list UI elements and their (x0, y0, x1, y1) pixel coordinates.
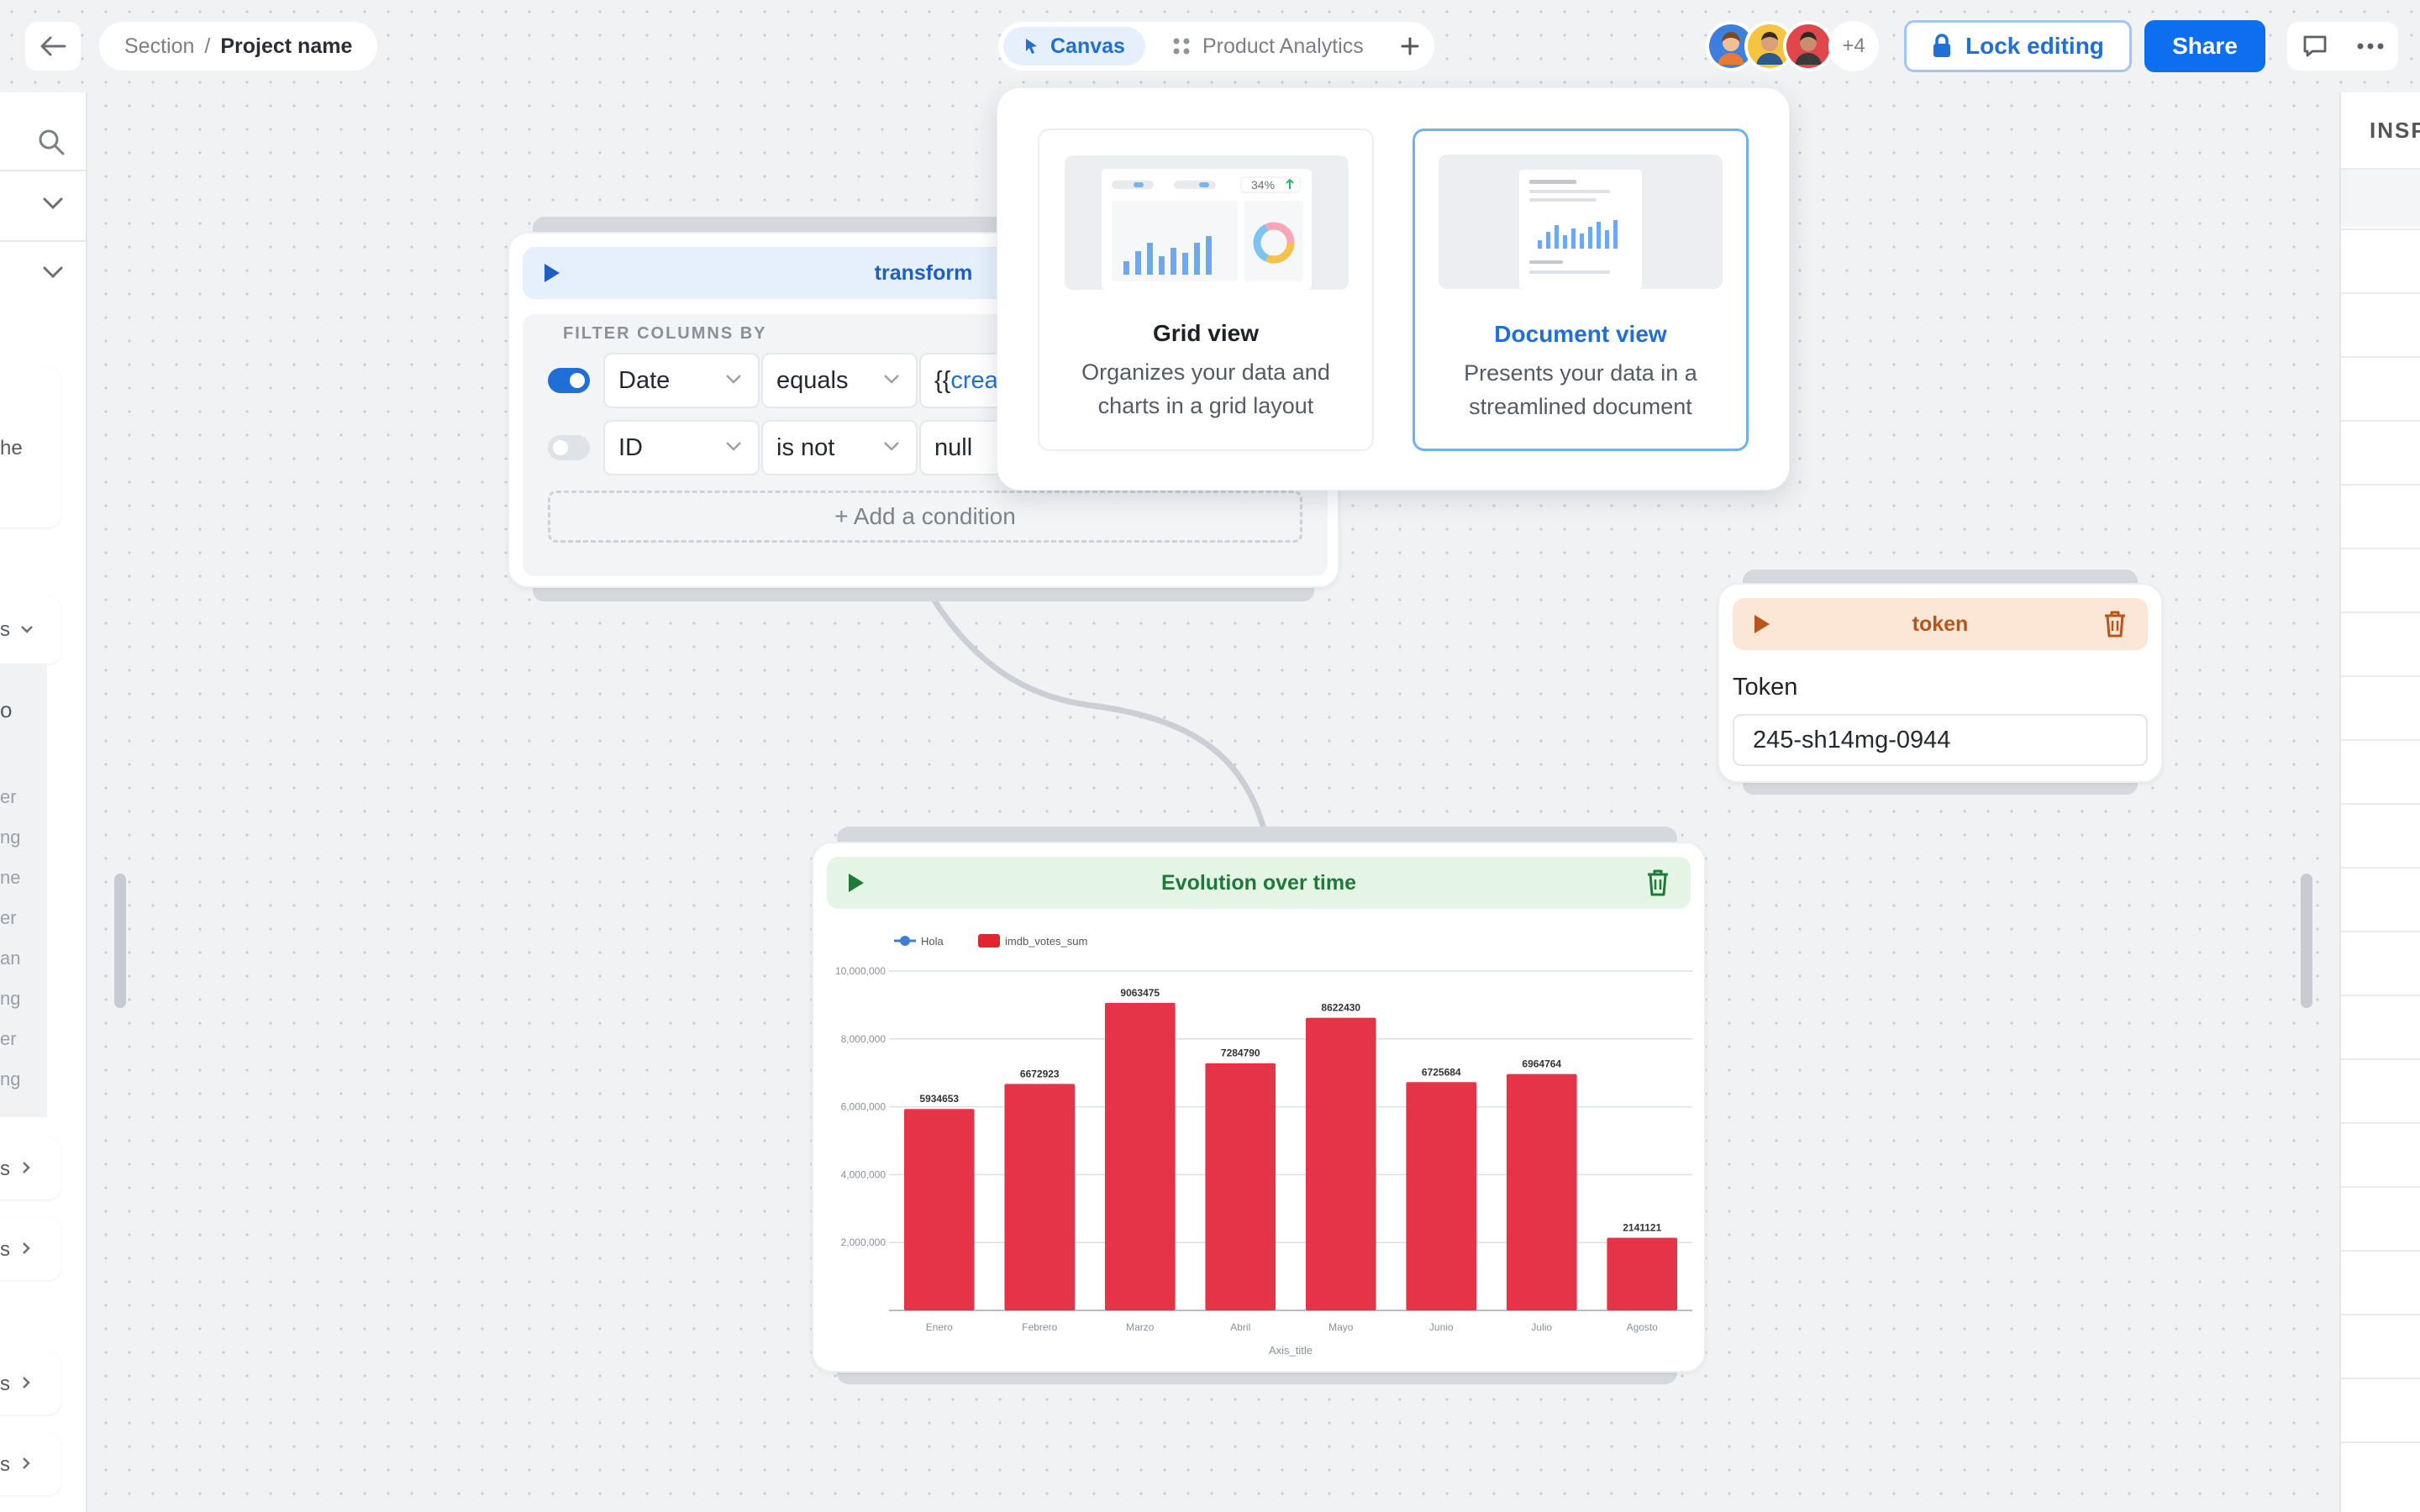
legend-label: Hola (921, 935, 944, 948)
condition-toggle[interactable] (548, 435, 590, 460)
data-label: 5934653 (919, 1093, 959, 1105)
grid-view-option[interactable]: 34% Grid view Organizes your data and ch… (1038, 129, 1374, 451)
play-icon[interactable] (849, 874, 864, 892)
play-icon[interactable] (1754, 615, 1770, 633)
value-prefix: null (934, 433, 973, 461)
trash-icon[interactable] (2102, 610, 2128, 638)
column-select[interactable]: ID (603, 420, 760, 475)
bar (1406, 1082, 1477, 1310)
data-label: 8622430 (1321, 1002, 1360, 1014)
chart-node-title: Evolution over time (1161, 870, 1356, 895)
token-node-header[interactable]: token (1733, 598, 2148, 650)
y-tick-label: 6,000,000 (841, 1101, 886, 1113)
data-label: 6725684 (1422, 1066, 1461, 1078)
token-node-title: token (1912, 612, 1969, 636)
chevron-down-icon (884, 442, 899, 451)
transform-node-title: transform (874, 260, 973, 285)
chart-node-header[interactable]: Evolution over time (827, 857, 1691, 909)
value-prefix: {{ (934, 366, 951, 394)
filter-label: FILTER COLUMNS BY (563, 324, 767, 343)
data-label: 6964764 (1522, 1058, 1561, 1070)
condition-toggle[interactable] (548, 368, 590, 393)
token-node[interactable]: token Token 245-sh14mg-0944 (1718, 583, 2163, 783)
data-label: 7284790 (1221, 1047, 1260, 1059)
x-tick-label: Febrero (1022, 1321, 1057, 1333)
view-mode-popover: 34% Grid view Organizes your data and ch… (997, 87, 1790, 491)
x-tick-label: Junio (1429, 1321, 1454, 1333)
document-view-thumbnail (1439, 155, 1723, 289)
token-input[interactable]: 245-sh14mg-0944 (1733, 714, 2148, 766)
column-select[interactable]: Date (603, 353, 760, 408)
x-tick-label: Enero (926, 1321, 953, 1333)
document-view-description: Presents your data in a streamlined docu… (1464, 360, 1697, 419)
grid-view-title: Grid view (1152, 320, 1260, 346)
legend-label: imdb_votes_sum (1005, 935, 1087, 948)
bar (1004, 1084, 1076, 1310)
x-tick-label: Agosto (1627, 1321, 1659, 1333)
data-label: 2141121 (1623, 1221, 1661, 1233)
bar (903, 1109, 975, 1310)
operator-select-value: is not (776, 433, 835, 461)
value-variable: crea (950, 366, 998, 394)
grid-view-description: Organizes your data and charts in a grid… (1081, 360, 1330, 418)
x-axis-title: Axis_title (1269, 1344, 1313, 1357)
bar (1607, 1237, 1678, 1310)
x-tick-label: Abril (1230, 1321, 1250, 1333)
bar-chart: Hola imdb_votes_sum 10,000,000 8,000,000 6,0… (835, 934, 1692, 1357)
y-tick-label: 8,000,000 (841, 1033, 886, 1045)
svg-text:34%: 34% (1251, 178, 1275, 192)
add-condition-button[interactable]: + Add a condition (548, 491, 1302, 543)
chart-node[interactable]: Evolution over time Hola imdb_votes_sum 10… (812, 842, 1706, 1373)
x-tick-label: Marzo (1126, 1321, 1155, 1333)
x-tick-label: Julio (1531, 1321, 1552, 1333)
trash-icon[interactable] (1645, 869, 1670, 897)
column-select-value: Date (618, 366, 671, 394)
token-field-label: Token (1733, 674, 1798, 701)
grid-view-thumbnail: 34% (1065, 155, 1349, 290)
legend-marker (900, 936, 910, 946)
operator-select[interactable]: equals (761, 353, 918, 408)
chevron-down-icon (884, 375, 899, 384)
bar (1305, 1017, 1376, 1310)
y-tick-label: 2,000,000 (841, 1236, 886, 1248)
document-view-title: Document view (1494, 321, 1667, 347)
bar (1506, 1074, 1577, 1310)
data-label: 6672923 (1020, 1068, 1060, 1079)
operator-select-value: equals (776, 366, 849, 394)
operator-select[interactable]: is not (761, 420, 918, 475)
bar (1104, 1002, 1176, 1310)
play-icon[interactable] (544, 264, 560, 282)
data-label: 9063475 (1120, 987, 1160, 999)
chevron-down-icon (726, 375, 741, 384)
x-tick-label: Mayo (1328, 1321, 1354, 1333)
y-tick-label: 10,000,000 (835, 965, 886, 977)
bar (1205, 1063, 1276, 1310)
document-view-option[interactable]: Document view Presents your data in a st… (1413, 129, 1749, 451)
y-tick-label: 4,000,000 (841, 1168, 886, 1180)
column-select-value: ID (618, 433, 643, 461)
legend-marker (978, 934, 1000, 948)
chevron-down-icon (726, 442, 741, 451)
